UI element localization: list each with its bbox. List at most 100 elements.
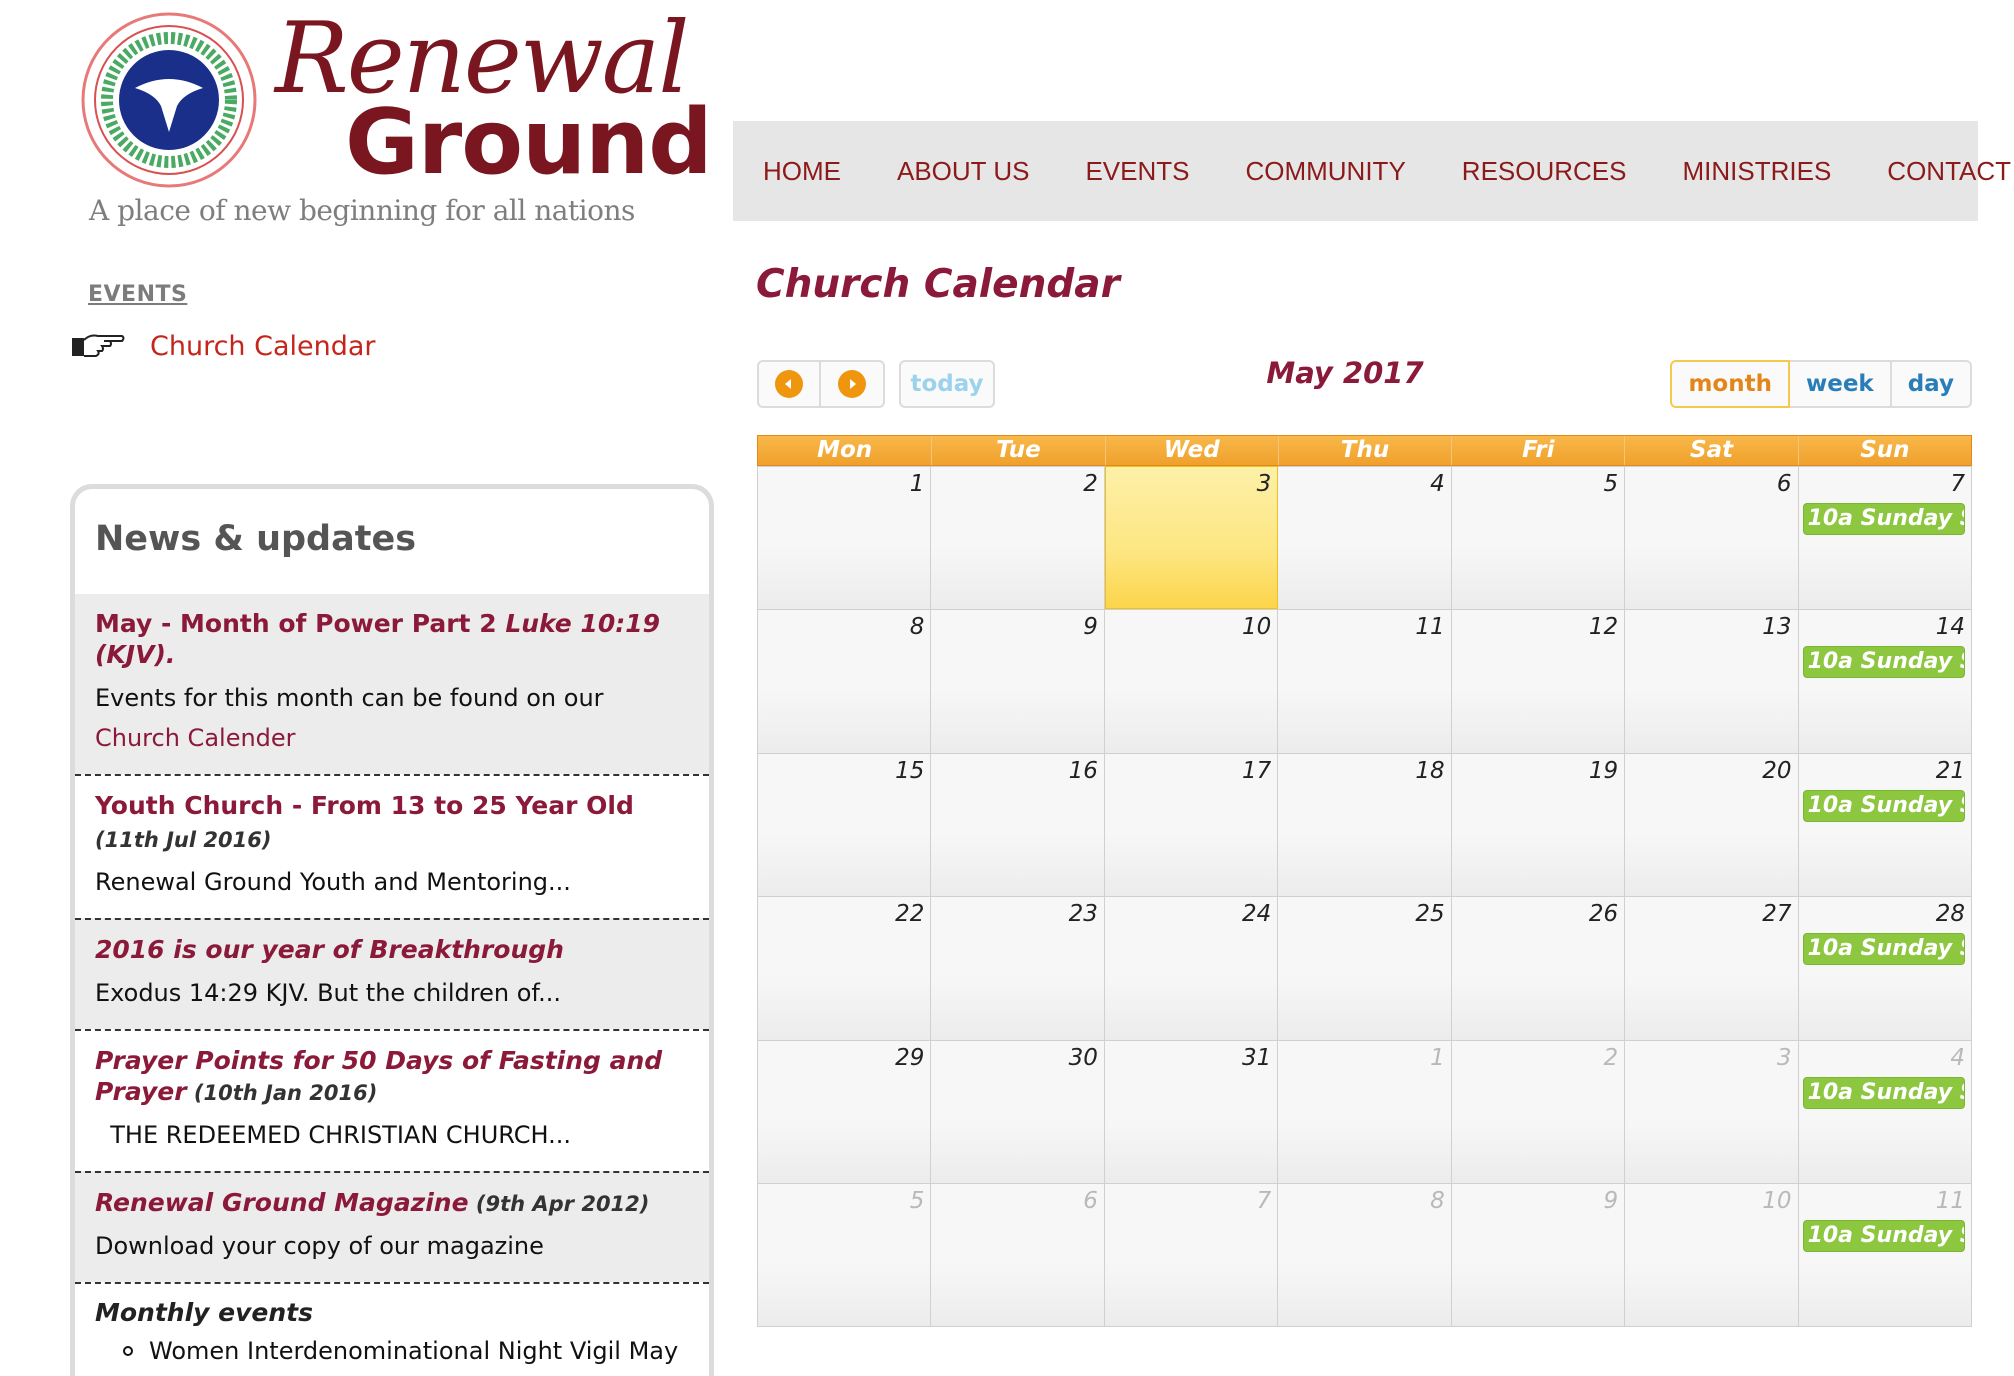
day-number[interactable]: 8 — [910, 614, 925, 640]
day-number[interactable]: 21 — [1936, 758, 1965, 784]
day-number[interactable]: 31 — [1242, 1045, 1271, 1071]
day-number[interactable]: 12 — [1589, 614, 1618, 640]
day-number[interactable]: 11 — [1415, 614, 1444, 640]
day-number[interactable]: 1 — [1430, 1045, 1445, 1071]
calendar-event[interactable]: 10a Sunday Se — [1802, 646, 1965, 679]
day-number[interactable]: 27 — [1762, 901, 1791, 927]
calendar-day-cell[interactable]: 3 — [1625, 1039, 1799, 1183]
day-number[interactable]: 10 — [1242, 614, 1271, 640]
calendar-day-cell[interactable]: 10 — [1104, 609, 1279, 753]
news-item[interactable]: Renewal Ground Magazine (9th Apr 2012) Do… — [75, 1171, 709, 1282]
day-number[interactable]: 7 — [1257, 1188, 1272, 1214]
day-number[interactable]: 14 — [1936, 614, 1965, 640]
day-number[interactable]: 19 — [1589, 758, 1618, 784]
day-number[interactable]: 16 — [1069, 758, 1098, 784]
calendar-day-cell[interactable]: 8 — [758, 609, 932, 753]
day-number[interactable]: 11 — [1936, 1188, 1965, 1214]
day-number[interactable]: 3 — [1777, 1045, 1792, 1071]
day-number[interactable]: 26 — [1589, 901, 1618, 927]
calendar-day-cell[interactable]: 4 10a Sunday Se — [1798, 1039, 1972, 1183]
view-day-button[interactable]: day — [1891, 360, 1972, 408]
news-item-title[interactable]: 2016 is our year of Breakthrough — [95, 934, 689, 967]
calendar-day-cell[interactable]: 22 — [758, 896, 932, 1040]
calendar-day-cell[interactable]: 27 — [1625, 896, 1799, 1040]
day-number[interactable]: 5 — [910, 1188, 925, 1214]
day-number[interactable]: 5 — [1604, 471, 1619, 497]
day-number[interactable]: 13 — [1762, 614, 1791, 640]
calendar-day-cell[interactable]: 7 10a Sunday Se — [1798, 466, 1972, 610]
calendar-day-cell[interactable]: 10 — [1625, 1182, 1799, 1327]
next-month-button[interactable] — [821, 360, 885, 408]
day-number[interactable]: 29 — [895, 1045, 924, 1071]
calendar-event[interactable]: 10a Sunday Se — [1802, 1076, 1965, 1109]
calendar-day-cell[interactable]: 1 — [758, 466, 932, 610]
day-number[interactable]: 7 — [1950, 471, 1965, 497]
sidebar-link-church-calendar[interactable]: Church Calendar — [70, 330, 376, 362]
calendar-day-cell[interactable]: 16 — [931, 752, 1105, 897]
day-number[interactable]: 4 — [1950, 1045, 1965, 1071]
calendar-event[interactable]: 10a Sunday Se — [1802, 789, 1965, 822]
calendar-day-cell[interactable]: 18 — [1278, 752, 1452, 897]
site-logo[interactable]: Renewal Ground A place of new beginning … — [75, 6, 713, 236]
nav-contact[interactable]: CONTACT — [1887, 156, 2011, 187]
news-item[interactable]: Youth Church - From 13 to 25 Year Old (1… — [75, 774, 709, 918]
day-number[interactable]: 6 — [1777, 471, 1792, 497]
day-number[interactable]: 20 — [1762, 758, 1791, 784]
calendar-day-cell[interactable]: 9 — [931, 609, 1105, 753]
calendar-event[interactable]: 10a Sunday Se — [1802, 1219, 1965, 1252]
calendar-day-cell[interactable]: 25 — [1278, 896, 1452, 1040]
day-number[interactable]: 6 — [1083, 1188, 1098, 1214]
calendar-day-cell[interactable]: 14 10a Sunday Se — [1798, 609, 1972, 753]
calendar-day-cell[interactable]: 21 10a Sunday Se — [1798, 752, 1972, 897]
view-month-button[interactable]: month — [1670, 360, 1790, 408]
calendar-day-cell[interactable]: 12 — [1451, 609, 1626, 753]
day-number[interactable]: 23 — [1069, 901, 1098, 927]
calendar-day-cell[interactable]: 6 — [931, 1182, 1105, 1327]
calendar-day-cell[interactable]: 24 — [1104, 896, 1279, 1040]
calendar-day-cell[interactable]: 8 — [1278, 1182, 1452, 1327]
news-item-title[interactable]: Prayer Points for 50 Days of Fasting and… — [95, 1045, 689, 1109]
calendar-day-cell[interactable]: 11 10a Sunday Se — [1798, 1182, 1972, 1327]
calendar-event[interactable]: 10a Sunday Se — [1802, 503, 1965, 535]
calendar-day-cell[interactable]: 7 — [1104, 1182, 1279, 1327]
news-item-title[interactable]: Youth Church - From 13 to 25 Year Old (1… — [95, 790, 689, 856]
calendar-day-cell[interactable]: 5 — [1451, 466, 1626, 610]
news-item[interactable]: 2016 is our year of Breakthrough Exodus 1… — [75, 918, 709, 1029]
calendar-day-cell-today[interactable]: 3 — [1104, 466, 1279, 610]
calendar-day-cell[interactable]: 17 — [1104, 752, 1279, 897]
calendar-day-cell[interactable]: 2 — [931, 466, 1105, 610]
prev-month-button[interactable] — [757, 360, 821, 408]
calendar-day-cell[interactable]: 26 — [1451, 896, 1626, 1040]
day-number[interactable]: 15 — [895, 758, 924, 784]
calendar-event[interactable]: 10a Sunday Se — [1802, 933, 1965, 966]
nav-community[interactable]: COMMUNITY — [1245, 156, 1405, 187]
day-number[interactable]: 10 — [1762, 1188, 1791, 1214]
day-number[interactable]: 22 — [895, 901, 924, 927]
day-number[interactable]: 2 — [1083, 471, 1098, 497]
nav-about-us[interactable]: ABOUT US — [897, 156, 1029, 187]
day-number[interactable]: 18 — [1415, 758, 1444, 784]
calendar-day-cell[interactable]: 5 — [758, 1182, 932, 1327]
day-number[interactable]: 1 — [910, 471, 925, 497]
calendar-day-cell[interactable]: 20 — [1625, 752, 1799, 897]
news-item[interactable]: May - Month of Power Part 2 Luke 10:19 (… — [75, 594, 709, 774]
calendar-day-cell[interactable]: 2 — [1451, 1039, 1626, 1183]
calendar-day-cell[interactable]: 28 10a Sunday Se — [1798, 896, 1972, 1040]
calendar-day-cell[interactable]: 1 — [1278, 1039, 1452, 1183]
news-item-summary-link[interactable]: Church Calender — [95, 724, 296, 752]
calendar-day-cell[interactable]: 13 — [1625, 609, 1799, 753]
calendar-day-cell[interactable]: 30 — [931, 1039, 1105, 1183]
day-number[interactable]: 4 — [1430, 471, 1445, 497]
calendar-day-cell[interactable]: 23 — [931, 896, 1105, 1040]
monthly-event-item[interactable]: Women Interdenominational Night Vigil Ma… — [95, 1337, 689, 1365]
day-number[interactable]: 24 — [1242, 901, 1271, 927]
nav-resources[interactable]: RESOURCES — [1462, 156, 1627, 187]
day-number[interactable]: 30 — [1069, 1045, 1098, 1071]
calendar-day-cell[interactable]: 4 — [1278, 466, 1452, 610]
news-item[interactable]: Prayer Points for 50 Days of Fasting and… — [75, 1029, 709, 1171]
day-number[interactable]: 17 — [1242, 758, 1271, 784]
nav-events[interactable]: EVENTS — [1085, 156, 1189, 187]
day-number[interactable]: 25 — [1415, 901, 1444, 927]
calendar-day-cell[interactable]: 31 — [1104, 1039, 1279, 1183]
calendar-day-cell[interactable]: 15 — [758, 752, 932, 897]
